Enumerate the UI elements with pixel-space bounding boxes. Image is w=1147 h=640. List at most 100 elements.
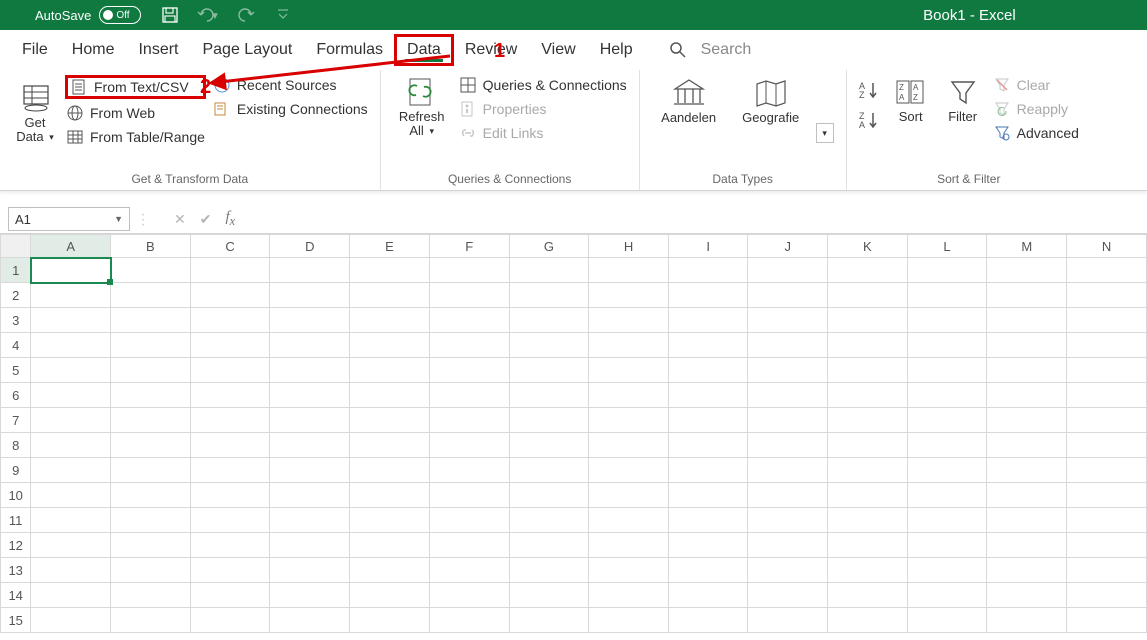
cell-N12[interactable] (1067, 533, 1147, 558)
fx-icon[interactable]: fx (225, 209, 235, 229)
cell-E11[interactable] (350, 508, 430, 533)
cell-A2[interactable] (31, 283, 111, 308)
cell-G14[interactable] (509, 583, 589, 608)
tab-data[interactable]: Data (395, 35, 453, 65)
cell-E1[interactable] (350, 258, 430, 283)
cell-I3[interactable] (668, 308, 747, 333)
cell-F14[interactable] (429, 583, 509, 608)
from-text-csv-button[interactable]: From Text/CSV (66, 76, 205, 98)
cell-N2[interactable] (1067, 283, 1147, 308)
worksheet-grid[interactable]: ABCDEFGHIJKLMN123456789101112131415 (0, 234, 1147, 633)
from-table-range-button[interactable]: From Table/Range (66, 128, 205, 146)
cell-N13[interactable] (1067, 558, 1147, 583)
cell-N7[interactable] (1067, 408, 1147, 433)
cell-A13[interactable] (31, 558, 111, 583)
cell-M5[interactable] (987, 358, 1067, 383)
queries-connections-button[interactable]: Queries & Connections (459, 76, 627, 94)
tab-review[interactable]: Review (453, 33, 529, 67)
cell-K12[interactable] (828, 533, 908, 558)
cell-E4[interactable] (350, 333, 430, 358)
cell-D4[interactable] (270, 333, 350, 358)
cell-D3[interactable] (270, 308, 350, 333)
cell-E10[interactable] (350, 483, 430, 508)
cell-A12[interactable] (31, 533, 111, 558)
name-box-dropdown-icon[interactable]: ▼ (114, 214, 123, 224)
cell-I9[interactable] (668, 458, 747, 483)
cell-E6[interactable] (350, 383, 430, 408)
enter-formula-icon[interactable]: ✔ (200, 211, 212, 228)
cell-G3[interactable] (509, 308, 589, 333)
cell-D8[interactable] (270, 433, 350, 458)
col-header-A[interactable]: A (31, 235, 111, 258)
cell-J12[interactable] (748, 533, 828, 558)
cell-M14[interactable] (987, 583, 1067, 608)
recent-sources-button[interactable]: Recent Sources (213, 76, 368, 94)
geography-button[interactable]: Geografie (734, 76, 808, 125)
cell-C9[interactable] (190, 458, 270, 483)
cell-C12[interactable] (190, 533, 270, 558)
cell-H12[interactable] (589, 533, 669, 558)
cell-C3[interactable] (190, 308, 270, 333)
cell-D12[interactable] (270, 533, 350, 558)
cell-M9[interactable] (987, 458, 1067, 483)
cell-E13[interactable] (350, 558, 430, 583)
cell-B12[interactable] (111, 533, 191, 558)
cell-E15[interactable] (350, 608, 430, 633)
cell-J3[interactable] (748, 308, 828, 333)
cell-E12[interactable] (350, 533, 430, 558)
cell-C4[interactable] (190, 333, 270, 358)
row-header-12[interactable]: 12 (1, 533, 31, 558)
cell-H4[interactable] (589, 333, 669, 358)
get-data-button[interactable]: Get Data ▾ (12, 82, 58, 145)
cell-C10[interactable] (190, 483, 270, 508)
properties-button[interactable]: Properties (459, 100, 627, 118)
cell-M12[interactable] (987, 533, 1067, 558)
cell-E8[interactable] (350, 433, 430, 458)
cell-G2[interactable] (509, 283, 589, 308)
cell-H1[interactable] (589, 258, 669, 283)
cell-I1[interactable] (668, 258, 747, 283)
cell-G8[interactable] (509, 433, 589, 458)
cell-C2[interactable] (190, 283, 270, 308)
cell-H9[interactable] (589, 458, 669, 483)
cell-F15[interactable] (429, 608, 509, 633)
cell-H2[interactable] (589, 283, 669, 308)
formula-input[interactable] (235, 208, 1147, 230)
cell-A9[interactable] (31, 458, 111, 483)
cell-L11[interactable] (907, 508, 987, 533)
cell-N14[interactable] (1067, 583, 1147, 608)
cell-M8[interactable] (987, 433, 1067, 458)
cell-D10[interactable] (270, 483, 350, 508)
cell-B11[interactable] (111, 508, 191, 533)
tab-pagelayout[interactable]: Page Layout (190, 33, 304, 67)
tab-view[interactable]: View (529, 33, 587, 67)
cell-L15[interactable] (907, 608, 987, 633)
sort-button[interactable]: ZAAZ Sort (889, 76, 933, 124)
cell-A7[interactable] (31, 408, 111, 433)
cell-A14[interactable] (31, 583, 111, 608)
cell-B9[interactable] (111, 458, 191, 483)
col-header-L[interactable]: L (907, 235, 987, 258)
cell-E3[interactable] (350, 308, 430, 333)
cell-I15[interactable] (668, 608, 747, 633)
edit-links-button[interactable]: Edit Links (459, 124, 627, 142)
cell-G11[interactable] (509, 508, 589, 533)
row-header-6[interactable]: 6 (1, 383, 31, 408)
row-header-4[interactable]: 4 (1, 333, 31, 358)
cell-J6[interactable] (748, 383, 828, 408)
cell-J4[interactable] (748, 333, 828, 358)
cell-G15[interactable] (509, 608, 589, 633)
row-header-5[interactable]: 5 (1, 358, 31, 383)
cell-K15[interactable] (828, 608, 908, 633)
tab-insert[interactable]: Insert (126, 33, 190, 67)
name-box[interactable]: A1 ▼ (8, 207, 130, 231)
cell-A6[interactable] (31, 383, 111, 408)
row-header-8[interactable]: 8 (1, 433, 31, 458)
cell-I14[interactable] (668, 583, 747, 608)
cell-C6[interactable] (190, 383, 270, 408)
cell-D14[interactable] (270, 583, 350, 608)
cell-A5[interactable] (31, 358, 111, 383)
cell-M13[interactable] (987, 558, 1067, 583)
search-icon[interactable] (669, 41, 687, 59)
cell-K3[interactable] (828, 308, 908, 333)
